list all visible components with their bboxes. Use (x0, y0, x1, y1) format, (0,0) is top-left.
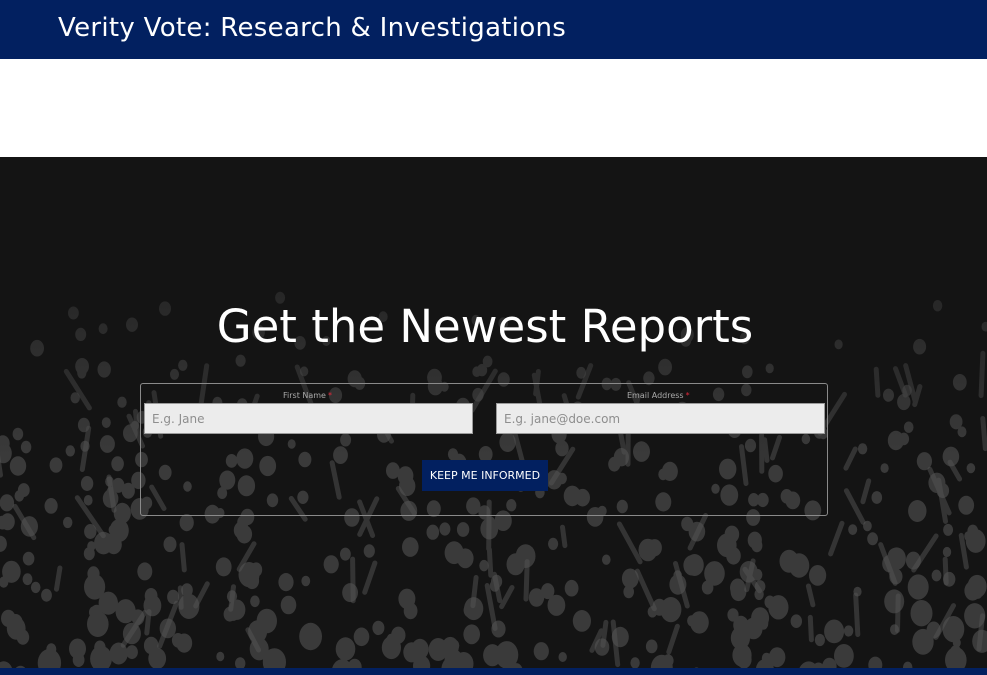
keep-me-informed-button[interactable]: KEEP ME INFORMED (422, 460, 548, 491)
footer-strip (0, 668, 987, 675)
email-required-mark: * (685, 391, 690, 400)
newsletter-signup-form: First Name* Email Address* KEEP ME INFOR… (140, 383, 828, 516)
email-input[interactable] (496, 403, 825, 434)
first-name-label: First Name * (283, 391, 332, 401)
site-header: Verity Vote: Research & Investigations (0, 0, 987, 59)
hero-heading: Get the Newest Reports (216, 300, 754, 353)
first-name-label-text: First Name (283, 391, 326, 400)
email-label: Email Address * (627, 391, 690, 401)
first-name-required-mark: * (327, 391, 332, 400)
blank-banner-area (0, 59, 987, 157)
email-label-text: Email Address (627, 391, 684, 400)
newsletter-hero-section: Get the Newest Reports First Name* Email… (0, 157, 987, 668)
first-name-input[interactable] (144, 403, 473, 434)
site-title[interactable]: Verity Vote: Research & Investigations (58, 12, 566, 44)
